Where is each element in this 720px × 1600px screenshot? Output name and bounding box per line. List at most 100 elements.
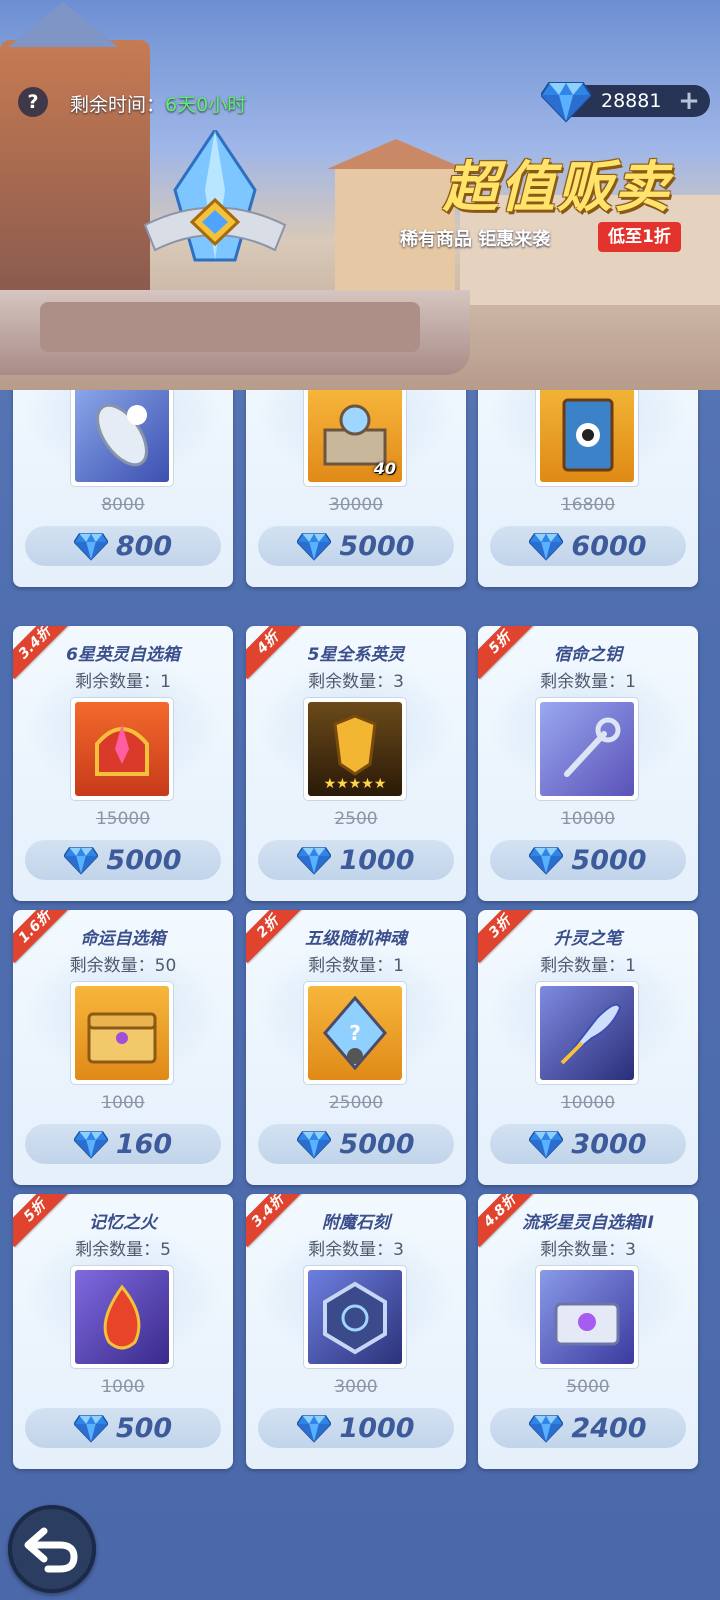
diamond-amount: 28881 (601, 90, 662, 112)
diamond-icon (529, 533, 564, 561)
card-icon (562, 398, 614, 472)
item-stock: 剩余数量：3 (308, 1240, 404, 1260)
shop-item-card[interactable]: 2折 五级随机神魂 剩余数量：1? 25000 5000 (246, 910, 466, 1185)
castle-tower (0, 40, 150, 290)
shop-item-card[interactable]: 3.4折 附魔石刻 剩余数量：3 3000 1000 (246, 1194, 466, 1469)
shop-item-card[interactable]: 4折 5星全系英灵 剩余数量：3 ★★★★★ 2500 1000 (246, 626, 466, 901)
time-label: 剩余时间： (70, 94, 166, 116)
original-price: 30000 (328, 495, 384, 515)
original-price: 8000 (101, 495, 145, 515)
item-stock: 剩余数量：50 (69, 956, 177, 976)
shop-item-grid: 剩余数量：5 8000 800 剩余数量：1 40 30000 5000 剩余数量：1 1680… (0, 390, 720, 1475)
helmet-chest-icon (95, 724, 149, 776)
item-stock: 剩余数量：1 (540, 956, 636, 976)
diamond-icon (529, 1415, 564, 1443)
item-stock: 剩余数量：3 (540, 1240, 636, 1260)
flame-icon (103, 1284, 141, 1350)
sale-price: 3000 (571, 1128, 647, 1160)
item-icon-frame (536, 390, 638, 486)
buy-button[interactable]: 5000 (258, 1124, 454, 1164)
sale-subtitle: 稀有商品 钜惠来袭 (400, 229, 551, 250)
back-arrow-icon (24, 1527, 78, 1573)
buy-button[interactable]: 5000 (25, 840, 221, 880)
quill-icon (560, 1003, 622, 1065)
crystal-emblem-icon (143, 130, 287, 262)
original-price: 2500 (334, 809, 378, 829)
shop-item-card[interactable]: 剩余数量：140300005000 (246, 390, 466, 587)
item-quantity: 40 (373, 459, 396, 478)
promo-banner: ? 剩余时间：6天0小时 28881 + 超值贩卖 稀有商品 钜惠来袭 低至1折 (0, 0, 720, 390)
sale-price: 500 (115, 1412, 173, 1444)
back-button[interactable] (8, 1505, 96, 1593)
buy-button[interactable]: 1000 (258, 840, 454, 880)
sale-price: 5000 (106, 844, 182, 876)
item-stock: 剩余数量：1 (308, 956, 404, 976)
sale-price: 5000 (571, 844, 647, 876)
svg-text:★★★★★: ★★★★★ (324, 776, 387, 792)
key-icon (564, 717, 621, 777)
rune-stone-icon (323, 1281, 387, 1355)
svg-text:?: ? (349, 1021, 361, 1045)
original-price: 16800 (560, 495, 616, 515)
item-icon-frame (536, 1266, 638, 1368)
add-diamond-button[interactable]: + (676, 88, 702, 114)
diamond-icon (73, 1131, 108, 1159)
sale-title: 超值贩卖 (443, 155, 672, 219)
shop-item-card[interactable]: 剩余数量：1168006000 (478, 390, 698, 587)
shop-item-card[interactable]: 3折 升灵之笔 剩余数量：1 10000 3000 (478, 910, 698, 1185)
shop-item-card[interactable]: 5折 记忆之火 剩余数量：5 1000 500 (13, 1194, 233, 1469)
original-price: 25000 (328, 1093, 384, 1113)
item-icon-frame (71, 1266, 173, 1368)
time-value: 6天0小时 (165, 94, 247, 116)
original-price: 1000 (101, 1093, 145, 1113)
shop-item-card[interactable]: 1.6折 命运自选箱 剩余数量：50 1000 160 (13, 910, 233, 1185)
sale-price: 1000 (339, 1412, 415, 1444)
help-button[interactable]: ? (18, 87, 48, 117)
diamond-icon (297, 533, 332, 561)
all-hero-icon: ★★★★★ (324, 714, 387, 792)
golden-chest-icon (87, 1012, 157, 1064)
item-icon-frame (71, 390, 173, 486)
original-price: 10000 (560, 1093, 616, 1113)
item-icon-frame (536, 982, 638, 1084)
buy-button[interactable]: 2400 (490, 1408, 686, 1448)
item-stock: 剩余数量：1 (540, 672, 636, 692)
diamond-icon (529, 1131, 564, 1159)
shop-item-card[interactable]: 剩余数量：58000800 (13, 390, 233, 587)
diamond-icon (297, 847, 332, 875)
item-icon-frame (304, 1266, 406, 1368)
diamond-icon (64, 847, 99, 875)
original-price: 5000 (566, 1377, 610, 1397)
diamond-icon (529, 847, 564, 875)
item-icon-frame: ★★★★★ (304, 698, 406, 800)
sale-price: 2400 (571, 1412, 647, 1444)
item-stock: 剩余数量：1 (75, 672, 171, 692)
item-stock: 剩余数量：3 (308, 672, 404, 692)
sale-badge: 低至1折 (598, 222, 681, 252)
buy-button[interactable]: 160 (25, 1124, 221, 1164)
sale-price: 800 (115, 530, 173, 562)
item-icon-frame (536, 698, 638, 800)
diamond-icon (297, 1415, 332, 1443)
buy-button[interactable]: 5000 (490, 840, 686, 880)
buy-button[interactable]: 5000 (258, 526, 454, 566)
diamond-icon (73, 1415, 108, 1443)
buy-button[interactable]: 500 (25, 1408, 221, 1448)
diamond-balance: 28881 + (541, 82, 710, 123)
item-icon-frame: ? (304, 982, 406, 1084)
sale-price: 6000 (571, 530, 647, 562)
silver-tube-icon (96, 403, 148, 467)
buy-button[interactable]: 800 (25, 526, 221, 566)
buy-button[interactable]: 6000 (490, 526, 686, 566)
item-stock: 剩余数量：5 (75, 1240, 171, 1260)
sale-price: 1000 (339, 844, 415, 876)
original-price: 3000 (334, 1377, 378, 1397)
buy-button[interactable]: 3000 (490, 1124, 686, 1164)
shop-item-card[interactable]: 5折 宿命之钥 剩余数量：1 10000 5000 (478, 626, 698, 901)
sale-price: 5000 (339, 530, 415, 562)
shop-item-card[interactable]: 4.8折 流彩星灵自选箱II 剩余数量：3 5000 2400 (478, 1194, 698, 1469)
buy-button[interactable]: 1000 (258, 1408, 454, 1448)
diamond-icon (73, 533, 108, 561)
item-icon-frame: 40 (304, 390, 406, 486)
shop-item-card[interactable]: 3.4折 6星英灵自选箱 剩余数量：1 15000 5000 (13, 626, 233, 901)
